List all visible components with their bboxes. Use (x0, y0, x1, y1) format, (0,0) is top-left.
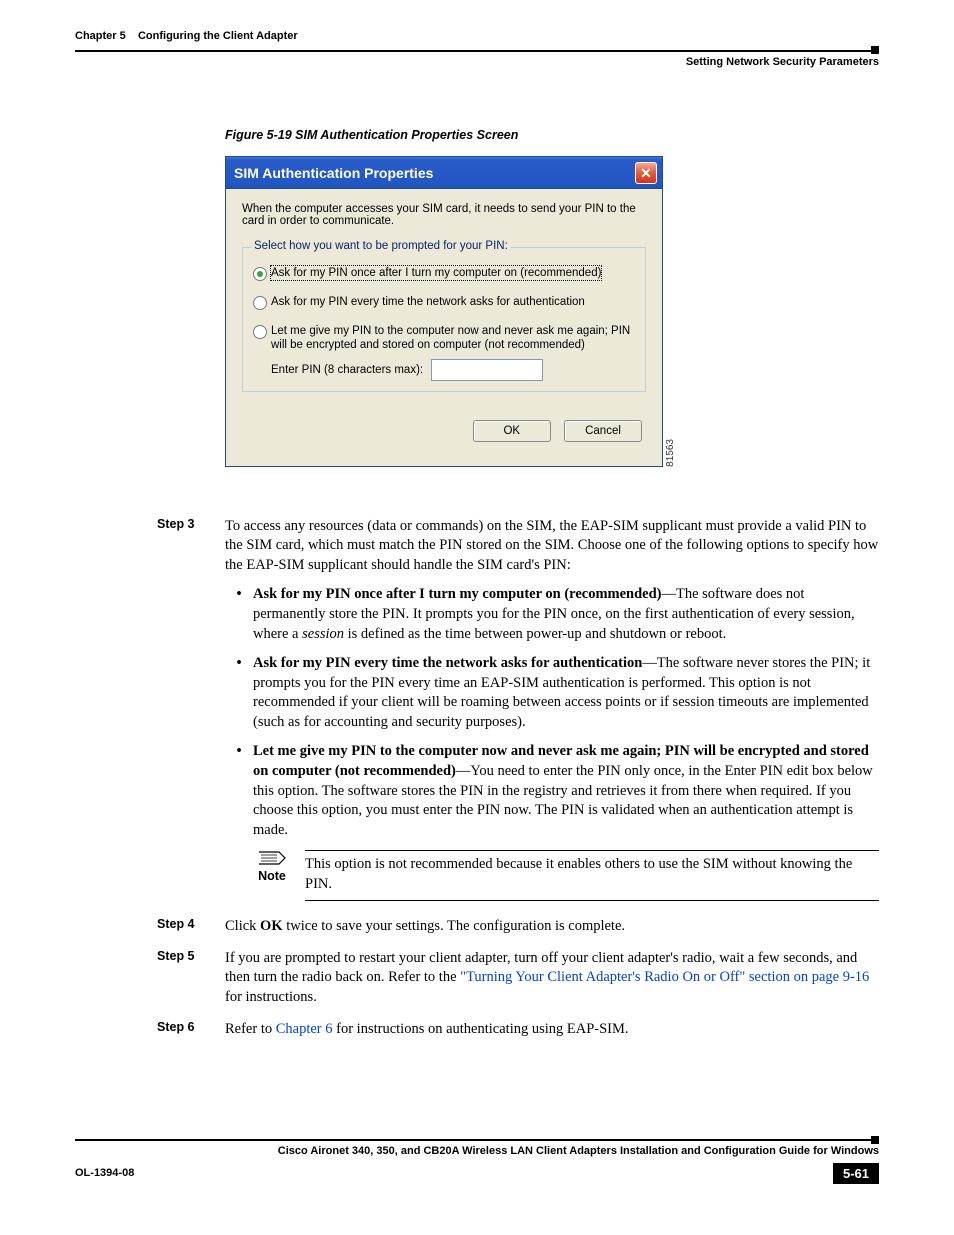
bullet-3: • Let me give my PIN to the computer now… (225, 742, 879, 840)
radio-icon (253, 325, 267, 339)
radio-pin-everytime[interactable]: Ask for my PIN every time the network as… (253, 295, 635, 310)
step-4-text-a: Click (225, 918, 260, 934)
step-3-intro: To access any resources (data or command… (225, 518, 878, 573)
chapter-label: Chapter 5 (75, 30, 126, 42)
pin-input[interactable] (431, 359, 543, 381)
step-6: Step 6 Refer to Chapter 6 for instructio… (75, 1020, 879, 1040)
step-6-text-b: for instructions on authenticating using… (333, 1021, 629, 1037)
page-number: 5-61 (833, 1163, 879, 1184)
bullet-2: • Ask for my PIN every time the network … (225, 654, 879, 732)
radio-on-off-link[interactable]: "Turning Your Client Adapter's Radio On … (460, 969, 869, 985)
note-rule-bottom (305, 900, 879, 901)
step-4: Step 4 Click OK twice to save your setti… (75, 917, 879, 937)
dialog-intro-text: When the computer accesses your SIM card… (242, 203, 646, 227)
cancel-button[interactable]: Cancel (564, 420, 642, 442)
bullet-icon: • (225, 585, 253, 644)
note-text: This option is not recommended because i… (305, 856, 852, 892)
page-footer: Cisco Aironet 340, 350, and CB20A Wirele… (75, 1139, 879, 1184)
step-4-ok: OK (260, 918, 283, 934)
close-button[interactable]: ✕ (635, 162, 657, 184)
pin-prompt-groupbox: Select how you want to be prompted for y… (242, 247, 646, 392)
step-label: Step 3 (157, 517, 225, 906)
step-5: Step 5 If you are prompted to restart yo… (75, 949, 879, 1008)
dialog-titlebar[interactable]: SIM Authentication Properties ✕ (226, 157, 662, 189)
guide-title: Cisco Aironet 340, 350, and CB20A Wirele… (75, 1145, 879, 1157)
figure-caption: Figure 5-19 SIM Authentication Propertie… (225, 128, 879, 142)
note-block: Note This option is not recommended beca… (253, 850, 879, 901)
step-label: Step 5 (157, 949, 225, 1008)
bullet-1: • Ask for my PIN once after I turn my co… (225, 585, 879, 644)
radio-label: Ask for my PIN once after I turn my comp… (271, 266, 601, 280)
bullet-1-title: Ask for my PIN once after I turn my comp… (253, 586, 662, 602)
step-5-text-b: for instructions. (225, 989, 317, 1005)
session-term: session (302, 626, 344, 642)
bullet-icon: • (225, 654, 253, 732)
radio-pin-once[interactable]: Ask for my PIN once after I turn my comp… (253, 266, 635, 281)
sim-auth-dialog: SIM Authentication Properties ✕ When the… (225, 156, 663, 467)
header-rule (75, 50, 879, 52)
footer-rule (75, 1139, 879, 1141)
bullet-1-text-b: is defined as the time between power-up … (344, 626, 726, 642)
bullet-2-title: Ask for my PIN every time the network as… (253, 655, 642, 671)
step-3: Step 3 To access any resources (data or … (75, 517, 879, 906)
step-label: Step 4 (157, 917, 225, 937)
dialog-title: SIM Authentication Properties (234, 165, 433, 181)
step-4-text-b: twice to save your settings. The configu… (283, 918, 625, 934)
note-label: Note (253, 868, 291, 885)
pin-label: Enter PIN (8 characters max): (271, 364, 423, 376)
close-icon: ✕ (640, 165, 652, 182)
page-header: Chapter 5 Configuring the Client Adapter (75, 30, 879, 42)
radio-label: Ask for my PIN every time the network as… (271, 295, 585, 309)
chapter-title: Configuring the Client Adapter (138, 30, 298, 42)
radio-icon (253, 296, 267, 310)
radio-pin-store[interactable]: Let me give my PIN to the computer now a… (253, 324, 635, 353)
image-id-label: 81563 (665, 437, 676, 467)
groupbox-legend: Select how you want to be prompted for y… (251, 240, 511, 252)
ok-button[interactable]: OK (473, 420, 551, 442)
radio-label: Let me give my PIN to the computer now a… (271, 324, 635, 353)
radio-icon (253, 267, 267, 281)
section-title: Setting Network Security Parameters (75, 56, 879, 68)
doc-id: OL-1394-08 (75, 1167, 134, 1179)
step-6-text-a: Refer to (225, 1021, 276, 1037)
step-label: Step 6 (157, 1020, 225, 1040)
note-rule-top (305, 850, 879, 851)
bullet-icon: • (225, 742, 253, 840)
chapter-6-link[interactable]: Chapter 6 (276, 1021, 333, 1037)
note-icon: Note (253, 850, 291, 885)
